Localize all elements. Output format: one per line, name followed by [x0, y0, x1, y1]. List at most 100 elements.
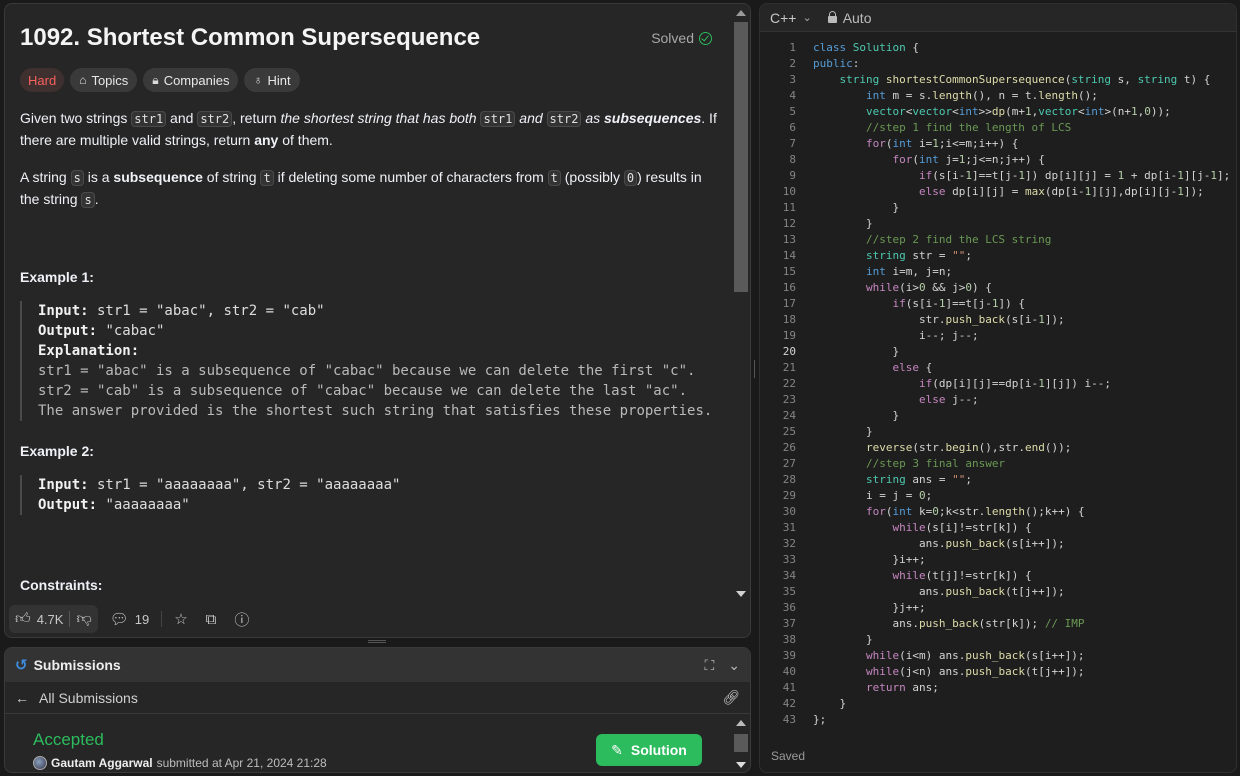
lightbulb-icon: ♁ — [253, 73, 263, 87]
hint-tag-button[interactable]: ♁ Hint — [244, 68, 300, 92]
comment-icon: 💬︎ — [109, 611, 129, 628]
back-to-all-submissions[interactable]: ← All Submissions — [15, 690, 138, 706]
comment-count: 19 — [134, 611, 150, 627]
external-link-icon: ⧉ — [205, 610, 217, 628]
submitter-name[interactable]: Gautam Aggarwal — [51, 756, 153, 770]
scroll-down-icon[interactable] — [736, 591, 746, 597]
separator — [69, 611, 71, 627]
code-line: 37 ans.push_back(str[k]); // IMP — [782, 617, 1085, 630]
hint-label: Hint — [267, 72, 291, 88]
question-circle-icon: ⓘ — [234, 611, 250, 629]
solved-label: Solved — [651, 30, 694, 46]
scroll-up-icon[interactable] — [736, 720, 746, 726]
comments-button[interactable]: 💬︎ 19 — [104, 605, 156, 633]
favorite-button[interactable]: ☆ — [168, 605, 193, 633]
code-line: 14 string str = ""; — [782, 249, 972, 262]
problem-title[interactable]: 1092. Shortest Common Supersequence — [20, 24, 480, 52]
code-line: 29 i = j = 0; — [782, 489, 933, 502]
problem-statement: Given two strings str1 and str2, return … — [20, 110, 717, 148]
submissions-title: Submissions — [33, 657, 121, 673]
solved-status: Solved — [651, 30, 712, 46]
code-line: 24 } — [782, 409, 900, 422]
language-selector[interactable]: C++ ⌄ — [770, 10, 812, 26]
lock-icon: 🔒︎ — [152, 72, 159, 87]
thumbs-up-icon[interactable]: 👍︎ — [15, 610, 31, 628]
like-dislike-group: 👍︎ 4.7K 👎︎ — [9, 605, 98, 633]
thumbs-down-icon[interactable]: 👎︎ — [76, 610, 91, 628]
code-line: 42 } — [782, 697, 847, 710]
check-circle-icon — [699, 31, 712, 45]
example-1-title: Example 1: — [20, 269, 94, 285]
share-button[interactable]: ⧉ — [200, 605, 223, 633]
link-icon[interactable]: 🔗︎ — [722, 689, 740, 706]
code-line: 4 int m = s.length(), n = t.length(); — [789, 89, 1098, 102]
code-line: 21 else { — [782, 361, 933, 374]
code-line: 34 while(t[j]!=str[k]) { — [782, 569, 1032, 582]
description-panel: 1092. Shortest Common Supersequence Solv… — [4, 3, 751, 638]
code-line: 5 vector<vector<int>>dp(m+1,vector<int>(… — [789, 105, 1171, 118]
submissions-panel: ↺ Submissions ⛶ ⌄ ← All Submissions 🔗︎ A… — [4, 647, 751, 773]
code-line: 35 ans.push_back(t[j++]); — [782, 585, 1065, 598]
help-button[interactable]: ⓘ — [228, 605, 255, 633]
maximize-icon[interactable]: ⛶ — [704, 657, 714, 674]
scrollbar-thumb[interactable] — [734, 734, 748, 752]
code-line: 38 } — [782, 633, 873, 646]
code-area[interactable]: 1 class Solution { 2 public: 3 string shor… — [760, 40, 1236, 728]
save-status: Saved — [771, 749, 806, 763]
example-2-title: Example 2: — [20, 443, 94, 459]
companies-label: Companies — [163, 72, 230, 88]
submissions-header: ↺ Submissions ⛶ ⌄ — [5, 648, 750, 682]
code-line: 9 if(s[i-1]==t[j-1]) dp[i][j] = 1 + dp[i… — [789, 169, 1231, 182]
horizontal-resize-handle[interactable] — [368, 640, 386, 643]
code-line: 2 public: — [789, 57, 860, 70]
submitted-at: submitted at Apr 21, 2024 21:28 — [156, 756, 327, 770]
code-line: 17 if(s[i-1]==t[j-1]) { — [782, 297, 1025, 310]
code-line: 18 str.push_back(s[i-1]); — [782, 313, 1065, 326]
topics-tag-button[interactable]: ⌂ Topics — [70, 68, 138, 92]
code-line: 31 while(s[i]!=str[k]) { — [782, 521, 1032, 534]
tag-icon: ⌂ — [79, 73, 87, 87]
submissions-scrollbar[interactable] — [732, 714, 750, 772]
code-line: 6 //step 1 find the length of LCS — [789, 121, 1072, 134]
all-submissions-bar: ← All Submissions 🔗︎ — [5, 682, 750, 714]
solution-button[interactable]: ✎ Solution — [596, 734, 702, 766]
all-submissions-label: All Submissions — [39, 689, 138, 706]
constraints-title: Constraints: — [20, 577, 103, 593]
code-line: 7 for(int i=1;i<=m;i++) { — [789, 137, 1019, 150]
avatar — [33, 756, 47, 770]
chevron-down-icon[interactable]: ⌄ — [728, 657, 740, 674]
code-line: 10 else dp[i][j] = max(dp[i-1][j],dp[i][… — [782, 185, 1204, 198]
code-line: 26 reverse(str.begin(),str.end()); — [782, 441, 1072, 454]
code-line-current: 20 } — [782, 345, 900, 358]
solution-label: Solution — [630, 742, 687, 758]
tag-list: Hard ⌂ Topics 🔒︎ Companies ♁ Hint — [20, 68, 718, 92]
scrollbar-thumb[interactable] — [734, 22, 748, 292]
like-count: 4.7K — [36, 611, 64, 627]
difficulty-badge: Hard — [20, 68, 65, 92]
code-line: 43}; — [782, 713, 827, 726]
example-2-block: Input: str1 = "aaaaaaaa", str2 = "aaaaaa… — [20, 475, 718, 515]
code-line: 12 } — [782, 217, 873, 230]
code-line: 25 } — [782, 425, 873, 438]
code-editor-panel: C++ ⌄ Auto 1 class Solution { 2 public: 3 … — [759, 3, 1237, 773]
code-line: 30 for(int k=0;k<str.length();k++) { — [782, 505, 1085, 518]
code-line: 16 while(i>0 && j>0) { — [782, 281, 992, 294]
vertical-resize-handle[interactable] — [754, 360, 757, 378]
description-content: 1092. Shortest Common Supersequence Solv… — [5, 4, 732, 601]
code-line: 28 string ans = ""; — [782, 473, 972, 486]
submitter-info: Gautam Aggarwal submitted at Apr 21, 202… — [33, 756, 327, 770]
code-line: 39 while(i<m) ans.push_back(s[i++]); — [782, 649, 1085, 662]
submissions-tab[interactable]: ↺ Submissions — [15, 656, 121, 674]
description-scrollbar[interactable] — [732, 4, 750, 601]
code-line: 19 i--; j--; — [782, 329, 979, 342]
subsequence-definition: A string s is a subsequence of string t … — [20, 169, 702, 208]
chevron-down-icon: ⌄ — [802, 12, 812, 24]
code-line: 8 for(int j=1;j<=n;j++) { — [789, 153, 1045, 166]
star-icon: ☆ — [174, 611, 188, 628]
scroll-up-icon[interactable] — [736, 10, 746, 16]
companies-tag-button[interactable]: 🔒︎ Companies — [143, 68, 239, 92]
scroll-down-icon[interactable] — [736, 762, 746, 768]
auto-mode-toggle[interactable]: Auto — [827, 9, 872, 26]
auto-label: Auto — [842, 9, 872, 26]
code-line: 1 class Solution { — [789, 41, 919, 54]
